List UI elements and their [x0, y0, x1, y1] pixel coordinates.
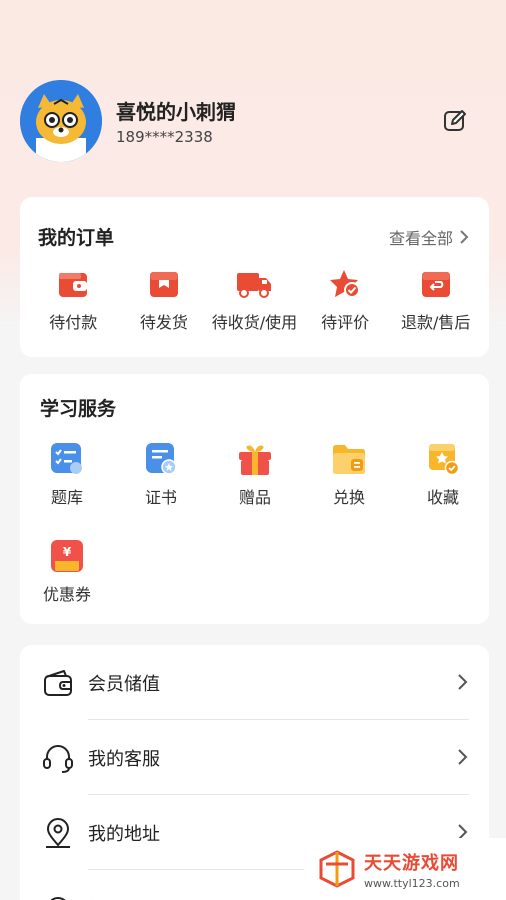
exchange-item[interactable]: 兑换	[302, 442, 396, 508]
order-pending-review[interactable]: 待评价	[300, 269, 390, 333]
exchange-folder-icon	[333, 445, 365, 474]
order-pending-receipt[interactable]: 待收货/使用	[209, 269, 299, 333]
orders-card: 我的订单 查看全部 待付款 待发货 待收货/使用 待评价 退款/售后	[20, 197, 489, 357]
menu-item-customer-service[interactable]: 我的客服	[20, 720, 489, 794]
wallet-icon	[59, 273, 88, 297]
location-pin-icon	[46, 818, 70, 848]
favorite-box-icon	[429, 444, 460, 476]
watermark-logo-icon	[319, 850, 355, 888]
refund-icon	[421, 272, 450, 297]
package-icon	[149, 272, 178, 297]
edit-profile-button[interactable]	[442, 108, 468, 134]
view-all-orders-link[interactable]: 查看全部	[389, 225, 469, 249]
profile-header: 喜悦的小刺猬 189****2338	[20, 80, 486, 162]
view-all-label: 查看全部	[388, 229, 453, 248]
watermark: 天天游戏网 www.ttyl123.com	[304, 838, 506, 900]
order-item-label: 待付款	[49, 313, 98, 332]
svg-text:¥: ¥	[63, 545, 72, 559]
menu-item-label: 我的客服	[88, 749, 160, 770]
study-services-card: 学习服务 题库 证书 赠品 兑换 收藏 ¥ 优惠券	[20, 374, 489, 624]
headset-icon	[43, 745, 73, 773]
chevron-right-icon	[460, 230, 469, 244]
edit-icon	[444, 110, 466, 131]
checklist-icon	[51, 443, 82, 474]
coupon-icon: ¥	[51, 540, 83, 572]
order-status-row: 待付款 待发货 待收货/使用 待评价 退款/售后	[20, 269, 489, 333]
study-item-label: 收藏	[426, 488, 459, 507]
certificate-icon	[146, 443, 177, 475]
chevron-right-icon	[458, 749, 468, 765]
star-check-icon	[330, 270, 361, 298]
study-title: 学习服务	[40, 398, 117, 420]
order-item-label: 待发货	[139, 313, 188, 332]
avatar[interactable]	[20, 80, 102, 162]
study-item-label: 优惠券	[42, 585, 91, 604]
study-item-label: 题库	[50, 488, 83, 507]
orders-title: 我的订单	[38, 227, 115, 249]
menu-item-member-recharge[interactable]: 会员储值	[20, 645, 489, 719]
phone-number: 189****2338	[116, 128, 213, 146]
study-item-label: 证书	[144, 488, 177, 507]
order-item-label: 待收货/使用	[211, 313, 298, 332]
menu-item-label: 设置	[88, 895, 124, 900]
truck-icon	[237, 273, 272, 298]
question-bank-item[interactable]: 题库	[20, 442, 114, 508]
coupon-item[interactable]: ¥ 优惠券	[20, 539, 114, 605]
study-item-label: 兑换	[332, 488, 365, 507]
order-item-label: 待评价	[321, 313, 370, 332]
gift-icon	[239, 445, 271, 475]
order-item-label: 退款/售后	[400, 313, 471, 332]
order-pending-shipment[interactable]: 待发货	[119, 269, 209, 333]
watermark-url: www.ttyl123.com	[364, 876, 460, 890]
menu-item-label: 我的地址	[88, 824, 160, 845]
order-pending-payment[interactable]: 待付款	[28, 269, 118, 333]
nickname: 喜悦的小刺猬	[116, 100, 236, 124]
settings-icon	[50, 897, 66, 900]
chevron-right-icon	[458, 674, 468, 690]
menu-item-label: 会员储值	[88, 674, 160, 695]
certificate-item[interactable]: 证书	[114, 442, 208, 508]
gift-item[interactable]: 赠品	[208, 442, 302, 508]
watermark-title: 天天游戏网	[364, 852, 459, 874]
favorites-item[interactable]: 收藏	[396, 442, 490, 508]
wallet-outline-icon	[44, 670, 72, 696]
order-refund[interactable]: 退款/售后	[391, 269, 481, 333]
study-item-label: 赠品	[238, 488, 271, 507]
